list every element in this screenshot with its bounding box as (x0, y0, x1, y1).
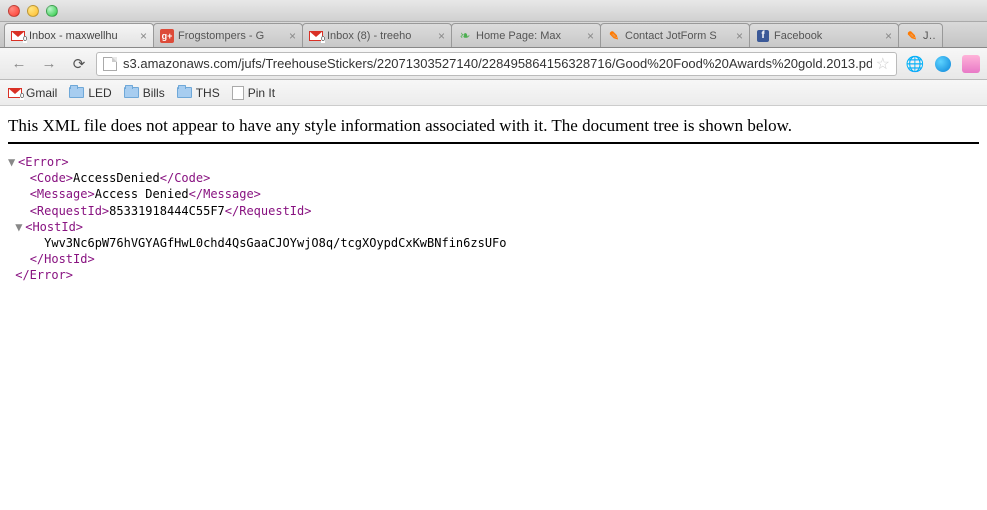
xml-tag: <RequestId> (30, 204, 109, 218)
browser-toolbar: ← → ⟳ ☆ 🌐 (0, 48, 987, 80)
gmail-icon: 0 (309, 31, 323, 41)
tab-label: Home Page: Max (476, 30, 583, 42)
divider (8, 142, 979, 144)
back-button[interactable]: ← (6, 52, 32, 76)
bookmark-label: Pin It (248, 86, 275, 100)
bookmark-star-icon[interactable]: ☆ (876, 54, 890, 74)
close-window-button[interactable] (8, 5, 20, 17)
window-titlebar (0, 0, 987, 22)
page-icon (232, 86, 244, 100)
jotform-icon: ✎ (609, 29, 619, 43)
xml-tag: </HostId> (30, 252, 95, 266)
gplus-icon: g+ (160, 29, 174, 43)
xml-banner: This XML file does not appear to have an… (8, 116, 979, 142)
extension-icon[interactable] (933, 54, 953, 74)
minimize-window-button[interactable] (27, 5, 39, 17)
folder-icon (124, 87, 139, 98)
profile-avatar[interactable] (961, 54, 981, 74)
tab-label: Inbox (8) - treeho (327, 30, 434, 42)
traffic-lights (8, 5, 58, 17)
browser-tab[interactable]: ❧ Home Page: Max × (451, 23, 601, 47)
page-icon (103, 57, 117, 71)
tab-close-icon[interactable]: × (736, 29, 743, 43)
bookmark-label: Bills (143, 86, 165, 100)
xml-text: AccessDenied (73, 171, 160, 185)
folder-icon (69, 87, 84, 98)
bookmark-item[interactable]: Pin It (232, 86, 275, 100)
tab-label: JotF (923, 30, 936, 42)
page-content: This XML file does not appear to have an… (0, 106, 987, 294)
gmail-icon: 0 (8, 88, 22, 98)
xml-tag: </Error> (15, 268, 73, 282)
xml-tag: <Code> (30, 171, 73, 185)
bookmarks-bar: 0 Gmail LED Bills THS Pin It (0, 80, 987, 106)
xml-tag: <Error> (18, 155, 69, 169)
xml-text: 85331918444C55F7 (109, 204, 225, 218)
folder-icon (177, 87, 192, 98)
zoom-window-button[interactable] (46, 5, 58, 17)
tab-close-icon[interactable]: × (587, 29, 594, 43)
tab-close-icon[interactable]: × (140, 29, 147, 43)
xml-tag: </Message> (189, 187, 261, 201)
tab-close-icon[interactable]: × (289, 29, 296, 43)
bookmark-item[interactable]: THS (177, 86, 220, 100)
xml-text: Access Denied (95, 187, 189, 201)
tab-close-icon[interactable]: × (438, 29, 445, 43)
bookmark-item[interactable]: LED (69, 86, 111, 100)
globe-icon[interactable]: 🌐 (905, 54, 925, 74)
tab-label: Facebook (774, 30, 881, 42)
xml-tag: <Message> (30, 187, 95, 201)
collapse-arrow-icon[interactable]: ▼ (8, 154, 18, 170)
gmail-icon: 0 (11, 31, 25, 41)
tab-label: Inbox - maxwellhu (29, 30, 136, 42)
tab-close-icon[interactable]: × (885, 29, 892, 43)
browser-tab[interactable]: 0 Inbox - maxwellhu × (4, 23, 154, 47)
leaf-icon: ❧ (460, 28, 471, 44)
address-bar[interactable]: ☆ (96, 52, 897, 76)
bookmark-label: LED (88, 86, 111, 100)
reload-button[interactable]: ⟳ (66, 52, 92, 76)
bookmark-label: THS (196, 86, 220, 100)
browser-tab[interactable]: 0 Inbox (8) - treeho × (302, 23, 452, 47)
tab-label: Frogstompers - G (178, 30, 285, 42)
url-input[interactable] (123, 56, 872, 71)
facebook-icon: f (757, 30, 769, 42)
browser-tab[interactable]: f Facebook × (749, 23, 899, 47)
xml-text: Ywv3Nc6pW76hVGYAGfHwL0chd4QsGaaCJOYwjO8q… (44, 236, 506, 250)
tab-strip: 0Inbox - maxwellhu×g+Frogstompers - G×0I… (0, 22, 987, 48)
collapse-arrow-icon[interactable]: ▼ (15, 219, 25, 235)
bookmark-label: Gmail (26, 86, 57, 100)
tab-label: Contact JotForm S (625, 30, 732, 42)
xml-tag: </RequestId> (225, 204, 312, 218)
xml-tree: ▼<Error> <Code>AccessDenied</Code> <Mess… (8, 154, 979, 284)
xml-tag: <HostId> (25, 220, 83, 234)
forward-button[interactable]: → (36, 52, 62, 76)
bookmark-item[interactable]: 0 Gmail (8, 86, 57, 100)
browser-tab[interactable]: g+ Frogstompers - G × (153, 23, 303, 47)
jotform-icon: ✎ (907, 29, 917, 43)
browser-tab[interactable]: ✎ Contact JotForm S × (600, 23, 750, 47)
browser-tab[interactable]: ✎ JotF (898, 23, 943, 47)
bookmark-item[interactable]: Bills (124, 86, 165, 100)
xml-tag: </Code> (160, 171, 211, 185)
